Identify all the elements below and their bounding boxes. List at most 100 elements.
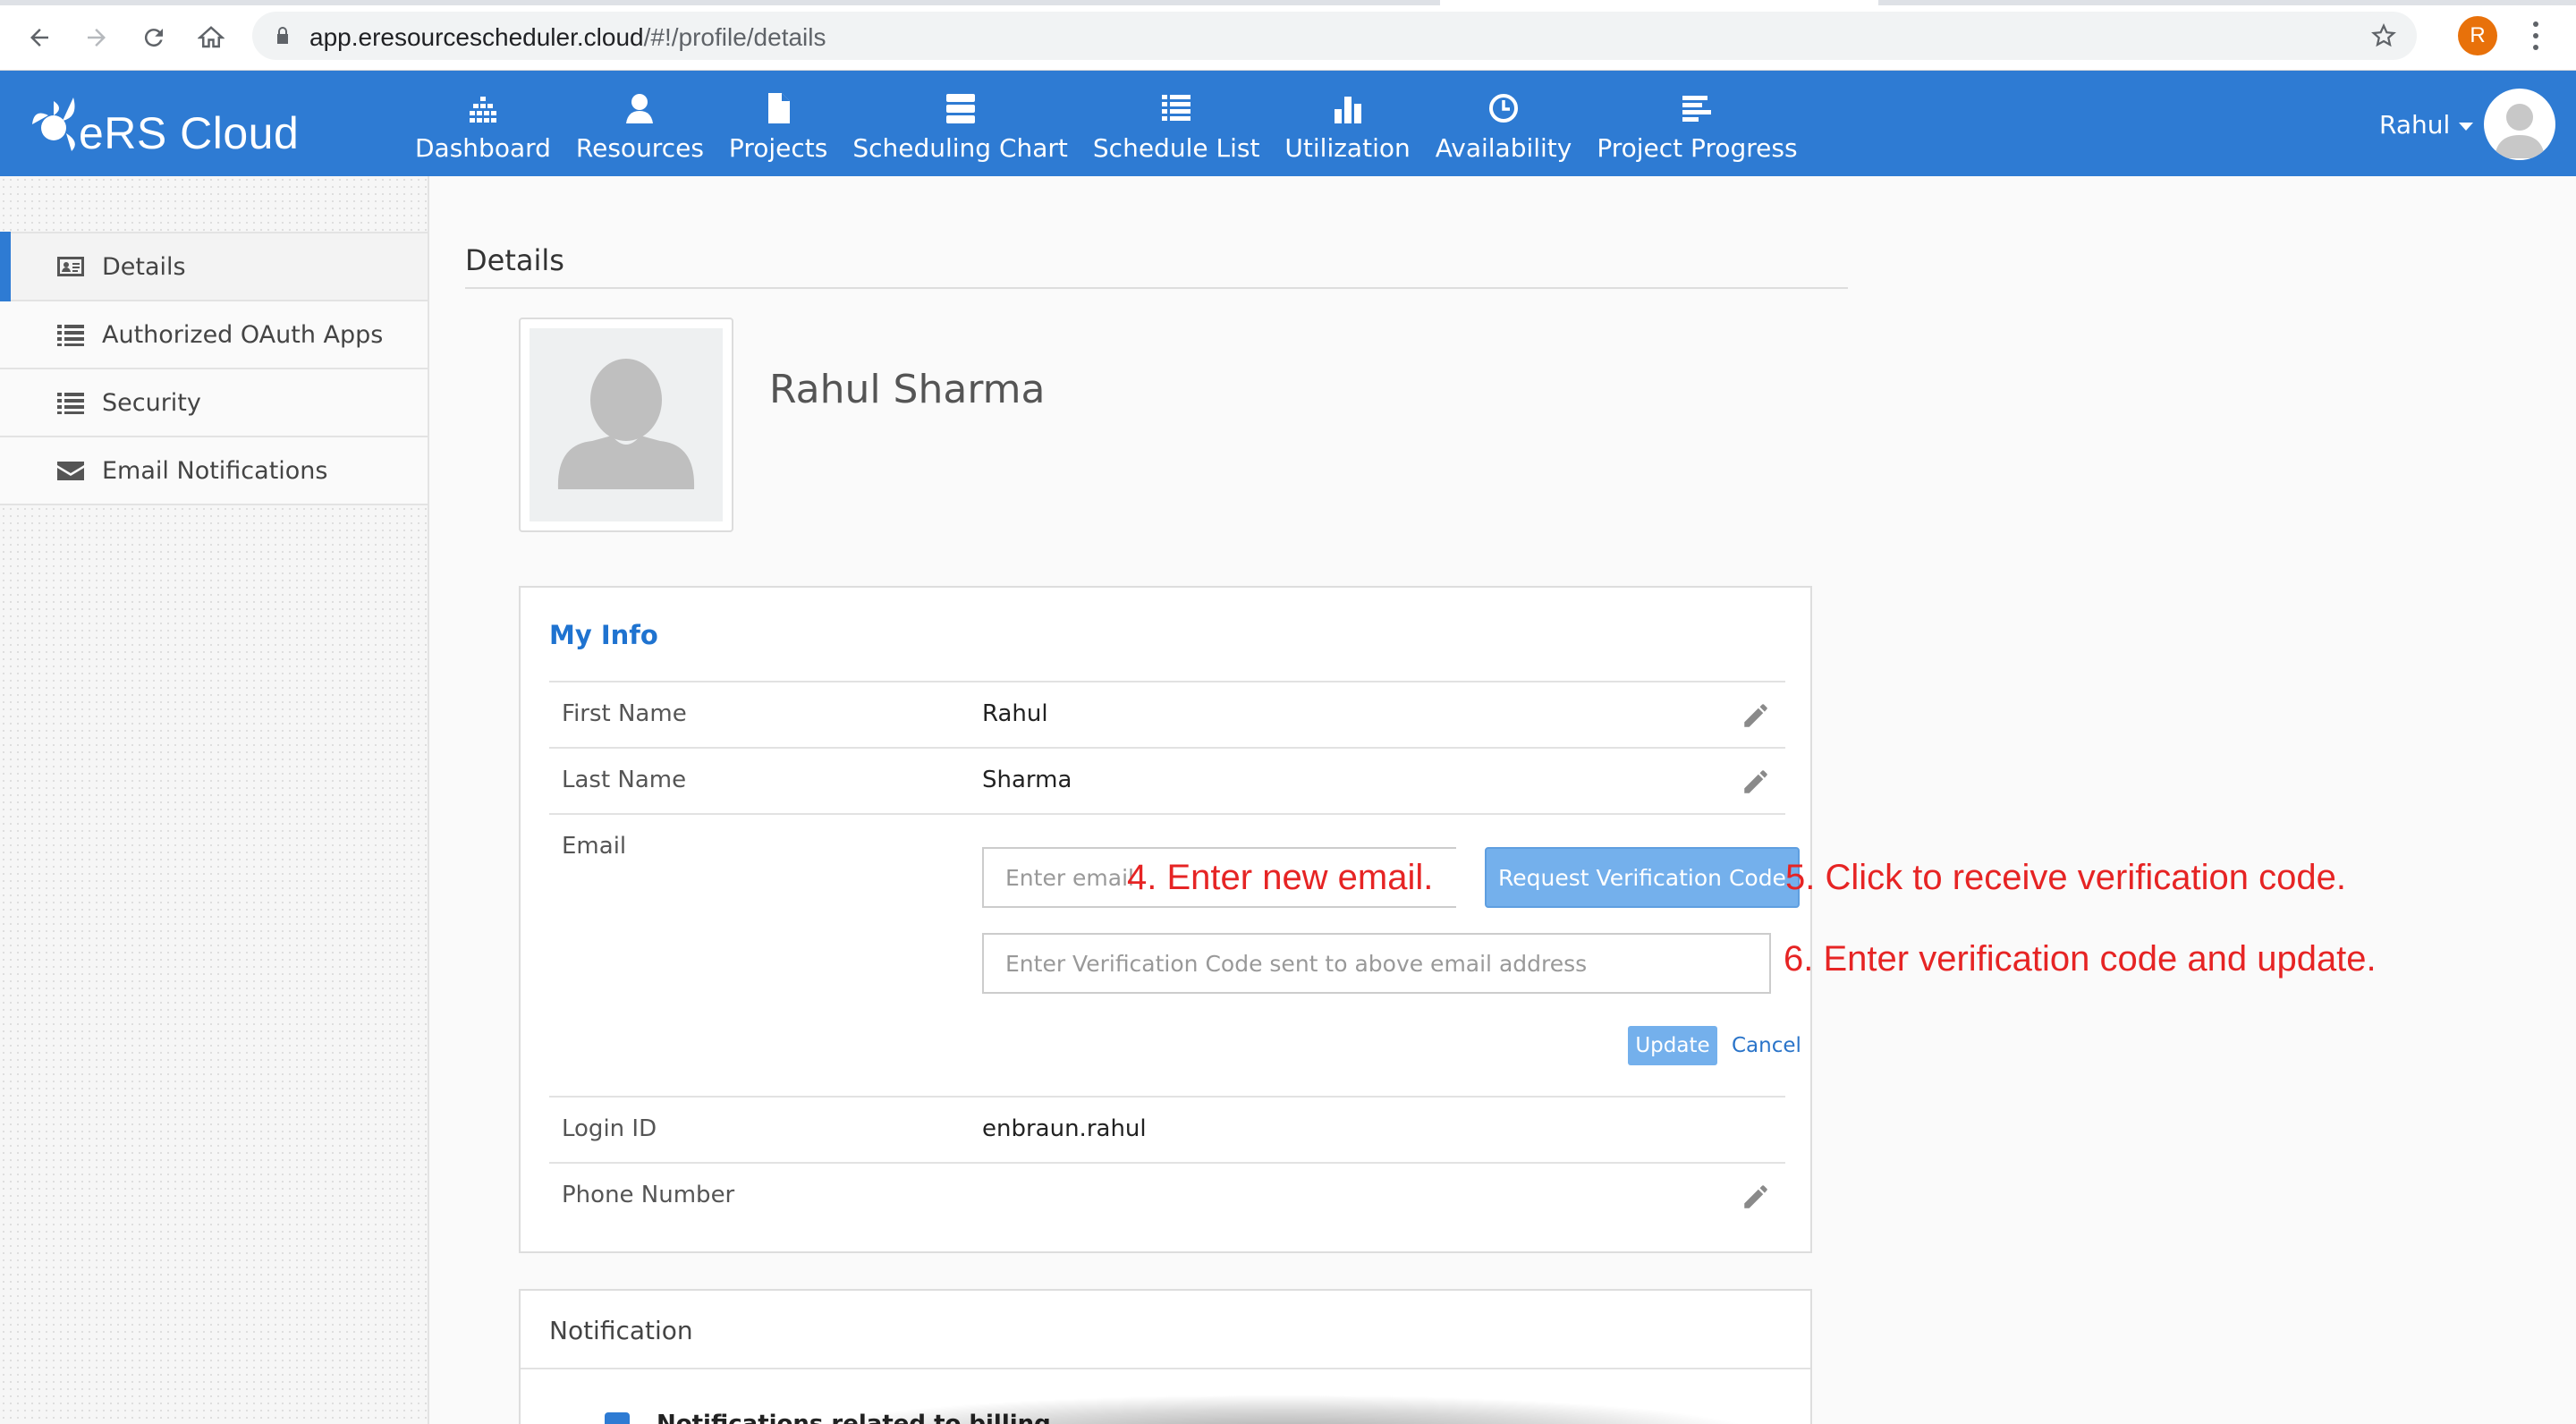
nav-availability[interactable]: Availability [1423, 71, 1585, 176]
last-name-row: Last Name Sharma [549, 747, 1785, 813]
sidebar-list: Details Authorized OAuth Apps Security E… [0, 232, 428, 505]
nav-label: Schedule List [1092, 133, 1260, 163]
phone-number-row: Phone Number [549, 1162, 1785, 1228]
sidebar-item-authorized-oauth-apps[interactable]: Authorized OAuth Apps [0, 301, 428, 369]
nav-label: Availability [1435, 133, 1572, 163]
person-icon [623, 90, 656, 126]
annotation-step-4: 4. Enter new email. [1127, 858, 1434, 897]
url-text: app.eresourcescheduler.cloud/#!/profile/… [309, 23, 826, 52]
first-name-row: First Name Rahul [549, 681, 1785, 747]
home-button[interactable] [193, 20, 229, 55]
list-icon [1160, 90, 1192, 126]
user-menu[interactable]: Rahul [2379, 89, 2556, 160]
arrow-right-icon [88, 29, 106, 47]
login-id-row: Login ID enbraun.rahul [549, 1096, 1785, 1162]
sidebar: Details Authorized OAuth Apps Security E… [0, 176, 429, 1424]
dashboard-icon [467, 90, 499, 126]
user-name: Rahul [2379, 109, 2451, 140]
request-verification-code-button[interactable]: Request Verification Code [1485, 847, 1800, 908]
pencil-icon[interactable] [1741, 767, 1771, 797]
sidebar-item-email-notifications[interactable]: Email Notifications [0, 437, 428, 505]
sidebar-item-label: Authorized OAuth Apps [102, 320, 384, 349]
lock-icon [277, 27, 288, 44]
last-name-label: Last Name [562, 767, 687, 793]
nav-label: Utilization [1284, 133, 1411, 163]
annotation-step-6: 6. Enter verification code and update. [1784, 939, 2377, 979]
my-info-title: My Info [549, 620, 658, 650]
progress-icon [1681, 90, 1713, 126]
avatar [2484, 89, 2556, 160]
caret-down-icon [2459, 122, 2474, 131]
update-button[interactable]: Update [1628, 1026, 1717, 1065]
first-name-value: Rahul [982, 700, 1048, 727]
app-header: eRS Cloud Dashboard Resources Projects S… [0, 71, 2576, 176]
nav-label: Scheduling Chart [852, 133, 1068, 163]
cancel-link[interactable]: Cancel [1732, 1034, 1801, 1057]
sidebar-item-details[interactable]: Details [0, 232, 428, 301]
browser-profile-avatar[interactable]: R [2458, 16, 2497, 55]
nav-resources[interactable]: Resources [564, 71, 716, 176]
arrow-left-icon [30, 29, 48, 47]
sidebar-item-label: Security [102, 388, 201, 417]
browser-menu-icon[interactable] [2521, 18, 2551, 54]
phone-number-label: Phone Number [562, 1182, 735, 1208]
server-icon [945, 90, 977, 126]
bookmark-star-icon[interactable] [2370, 22, 2397, 49]
reload-icon [144, 29, 163, 47]
nav-project-progress[interactable]: Project Progress [1584, 71, 1809, 176]
sidebar-item-security[interactable]: Security [0, 369, 428, 437]
logo-mark-icon [32, 97, 75, 151]
envelope-icon [55, 458, 86, 483]
login-id-label: Login ID [562, 1115, 657, 1142]
sidebar-item-label: Email Notifications [102, 456, 328, 485]
logo-text: eRS Cloud [79, 108, 300, 158]
nav-label: Resources [575, 133, 704, 163]
overlay-shadow [805, 1395, 1753, 1424]
clock-icon [1487, 90, 1520, 126]
notification-title: Notification [549, 1316, 693, 1345]
default-user-icon [557, 359, 695, 489]
reload-button[interactable] [136, 20, 172, 55]
address-bar[interactable]: app.eresourcescheduler.cloud/#!/profile/… [252, 12, 2417, 60]
nav-scheduling-chart[interactable]: Scheduling Chart [840, 71, 1080, 176]
first-name-label: First Name [562, 700, 687, 727]
sidebar-item-label: Details [102, 252, 186, 281]
nav-schedule-list[interactable]: Schedule List [1080, 71, 1273, 176]
main-nav: Dashboard Resources Projects Scheduling … [402, 71, 1810, 176]
list-icon [55, 390, 86, 415]
profile-photo-placeholder [530, 328, 723, 521]
home-icon [198, 26, 225, 48]
verification-code-field[interactable]: Enter Verification Code sent to above em… [982, 933, 1771, 994]
bar-chart-icon [1332, 90, 1364, 126]
list-icon [55, 322, 86, 347]
pencil-icon[interactable] [1741, 700, 1771, 731]
tab-strip [0, 0, 2576, 5]
forward-button[interactable] [79, 20, 114, 55]
email-row: Email Enter email Request Verification C… [549, 813, 1801, 1096]
file-icon [762, 90, 794, 126]
nav-utilization[interactable]: Utilization [1272, 71, 1422, 176]
nav-dashboard[interactable]: Dashboard [402, 71, 564, 176]
url-path: /#!/profile/details [643, 23, 826, 51]
id-card-icon [55, 254, 86, 279]
default-user-icon [2495, 104, 2546, 158]
email-label: Email [562, 833, 627, 860]
my-info-card: My Info First Name Rahul Last Name Sharm… [519, 586, 1812, 1253]
email-placeholder: Enter email [1005, 865, 1134, 891]
browser-toolbar: app.eresourcescheduler.cloud/#!/profile/… [0, 0, 2576, 71]
pencil-icon[interactable] [1741, 1182, 1771, 1212]
profile-photo[interactable] [519, 318, 733, 532]
billing-notification-checkbox[interactable] [605, 1412, 630, 1424]
last-name-value: Sharma [982, 767, 1072, 793]
nav-projects[interactable]: Projects [716, 71, 840, 176]
nav-label: Projects [728, 133, 828, 163]
login-id-value: enbraun.rahul [982, 1115, 1147, 1142]
profile-full-name: Rahul Sharma [769, 367, 1046, 412]
nav-label: Dashboard [415, 133, 551, 163]
app-logo[interactable]: eRS Cloud [27, 89, 299, 160]
nav-label: Project Progress [1597, 133, 1798, 163]
verification-code-placeholder: Enter Verification Code sent to above em… [1005, 951, 1588, 977]
notification-divider [521, 1368, 1810, 1369]
back-button[interactable] [21, 20, 57, 55]
title-divider [465, 287, 1848, 289]
